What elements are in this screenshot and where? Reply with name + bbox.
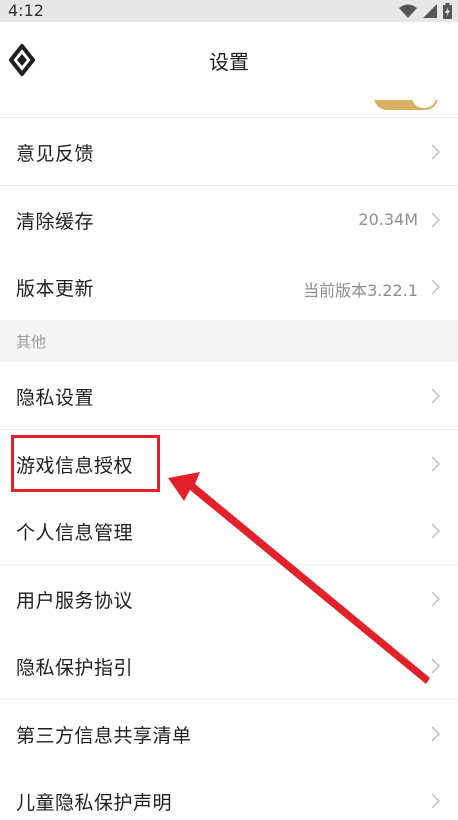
row-label: 儿童隐私保护声明 [16, 792, 173, 814]
row-privacy-settings[interactable]: 隐私设置 [0, 362, 458, 430]
row-version-update[interactable]: 版本更新 当前版本3.22.1 [0, 253, 458, 321]
row-label: 清除缓存 [16, 211, 95, 233]
row-clear-cache[interactable]: 清除缓存 20.34M [0, 186, 458, 254]
chevron-right-icon [431, 456, 441, 472]
page-title: 设置 [209, 50, 249, 74]
chevron-right-icon [431, 388, 441, 404]
status-bar: 4:12 [0, 0, 458, 22]
app-bar: 设置 [0, 22, 458, 100]
row-label: 隐私设置 [16, 387, 95, 409]
chevron-right-icon [431, 591, 441, 607]
chevron-right-icon [431, 658, 441, 674]
chevron-right-icon [431, 212, 441, 228]
chevron-right-icon [431, 144, 441, 160]
status-icons [399, 3, 452, 19]
partial-toggle-row [0, 100, 458, 118]
annotation-highlight-box [11, 435, 160, 492]
row-label: 用户服务协议 [16, 590, 134, 612]
cache-size-value: 20.34M [358, 210, 418, 229]
row-label: 第三方信息共享清单 [16, 725, 192, 747]
chevron-right-icon [431, 523, 441, 539]
chevron-right-icon [431, 726, 441, 742]
row-label: 隐私保护指引 [16, 657, 134, 679]
chevron-right-icon [431, 793, 441, 809]
chevron-right-icon [431, 279, 441, 295]
wifi-icon [399, 4, 417, 18]
row-label: 意见反馈 [16, 143, 95, 165]
row-privacy-protection-guide[interactable]: 隐私保护指引 [0, 632, 458, 700]
row-label: 个人信息管理 [16, 522, 134, 544]
section-header-other: 其他 [0, 320, 458, 362]
battery-icon [443, 3, 452, 19]
signal-icon [423, 4, 437, 18]
row-user-service-agreement[interactable]: 用户服务协议 [0, 565, 458, 633]
row-children-privacy-statement[interactable]: 儿童隐私保护声明 [0, 767, 458, 820]
row-third-party-sharing-list[interactable]: 第三方信息共享清单 [0, 700, 458, 768]
version-value: 当前版本3.22.1 [303, 281, 418, 300]
row-label: 版本更新 [16, 278, 95, 300]
status-time: 4:12 [8, 1, 44, 20]
section-label: 其他 [16, 333, 47, 351]
row-personal-info-management[interactable]: 个人信息管理 [0, 497, 458, 565]
row-feedback[interactable]: 意见反馈 [0, 118, 458, 186]
